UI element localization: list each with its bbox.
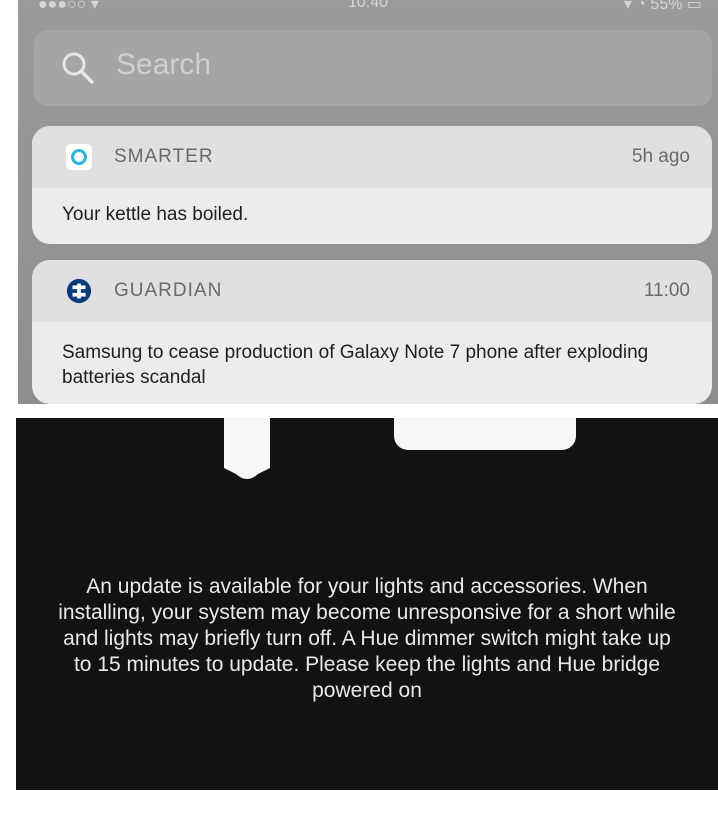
carrier-signal: ●●●○○ ▾	[38, 0, 99, 13]
search-icon	[62, 52, 94, 84]
notification-time: 5h ago	[631, 146, 690, 167]
search-input[interactable]: Search	[116, 48, 211, 82]
notification-card-guardian[interactable]: GUARDIAN 11:00 Samsung to cease producti…	[32, 260, 712, 404]
hue-update-screen: An update is available for your lights a…	[16, 418, 718, 790]
notification-app-name: GUARDIAN	[114, 280, 223, 301]
notification-message: Samsung to cease production of Galaxy No…	[62, 342, 649, 388]
guardian-app-icon	[66, 278, 92, 304]
notification-card-smarter[interactable]: SMARTER 5h ago Your kettle has boiled.	[32, 126, 712, 244]
dimmer-switch-icon	[224, 418, 270, 479]
update-message: An update is available for your lights a…	[58, 575, 676, 702]
battery-indicator: ▾ ◔ 55% ▭	[623, 0, 702, 13]
notification-message: Your kettle has boiled.	[62, 204, 249, 225]
smarter-app-icon	[66, 144, 92, 170]
notification-center: ●●●○○ ▾ 10:40 ▾ ◔ 55% ▭ Search SMARTER 5…	[18, 0, 718, 404]
notification-app-name: SMARTER	[114, 146, 214, 167]
status-clock: 10:40	[348, 0, 389, 11]
status-bar: ●●●○○ ▾ 10:40 ▾ ◔ 55% ▭	[18, 0, 718, 20]
notification-time: 11:00	[643, 280, 690, 301]
hue-bridge-icon	[394, 418, 576, 450]
search-bar[interactable]: Search	[34, 30, 712, 106]
